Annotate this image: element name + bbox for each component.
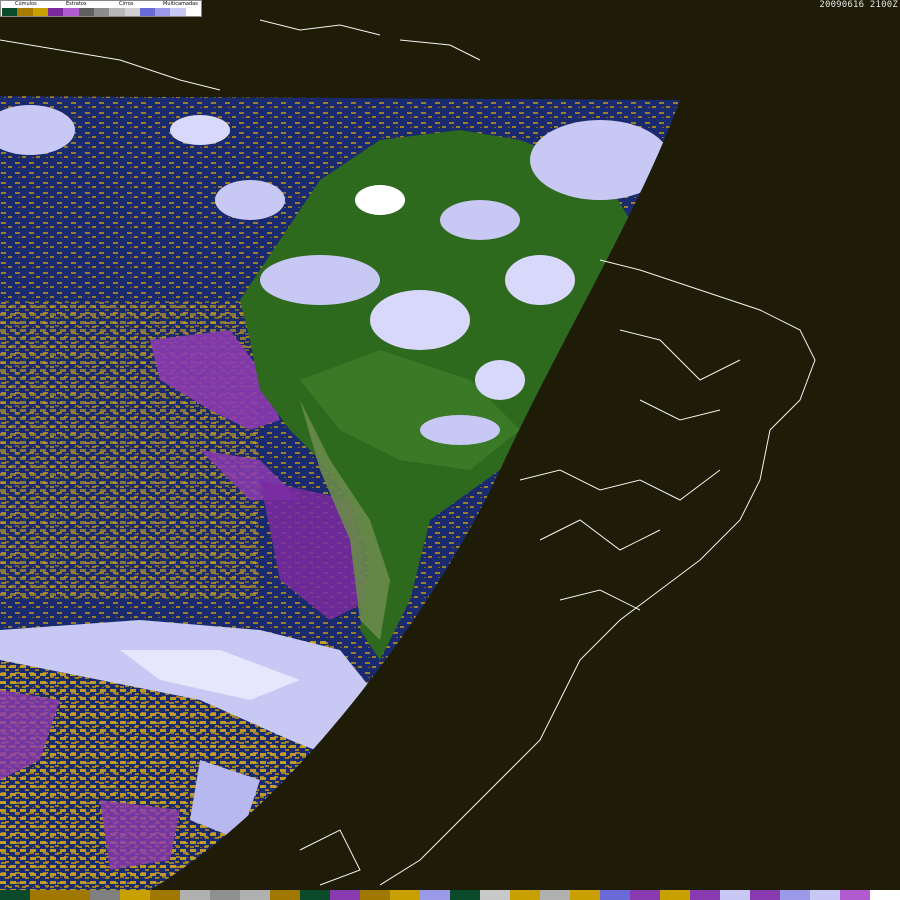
cloud-type-legend: Cúmulos Estratos Cirros Multicamadas — [0, 0, 202, 17]
legend-swatch — [2, 8, 18, 16]
palette-swatch — [180, 890, 210, 900]
palette-swatch — [60, 890, 90, 900]
legend-swatch — [32, 8, 48, 16]
palette-swatch — [0, 890, 30, 900]
legend-color-bar — [2, 8, 202, 16]
legend-swatch — [170, 8, 186, 16]
palette-swatch — [780, 890, 810, 900]
palette-swatch — [300, 890, 330, 900]
legend-label-estratos: Estratos — [66, 1, 87, 7]
satellite-cloud-map — [0, 0, 900, 900]
legend-swatch — [63, 8, 79, 16]
palette-swatch — [540, 890, 570, 900]
palette-swatch — [330, 890, 360, 900]
palette-swatch — [480, 890, 510, 900]
palette-swatch — [660, 890, 690, 900]
legend-label-cumulos: Cúmulos — [15, 1, 37, 7]
legend-swatch — [139, 8, 156, 16]
palette-swatch — [360, 890, 390, 900]
legend-swatch — [17, 8, 33, 16]
palette-swatch — [30, 890, 60, 900]
palette-swatch — [510, 890, 540, 900]
legend-swatch — [155, 8, 171, 16]
legend-swatch — [185, 8, 202, 16]
palette-swatch — [810, 890, 840, 900]
legend-swatch — [124, 8, 140, 16]
palette-swatch — [390, 890, 420, 900]
palette-swatch — [120, 890, 150, 900]
image-timestamp: 20090616 2100Z — [819, 0, 898, 10]
palette-swatch — [270, 890, 300, 900]
palette-swatch — [420, 890, 450, 900]
legend-label-cirros: Cirros — [119, 1, 134, 7]
palette-swatch — [870, 890, 900, 900]
palette-swatch — [150, 890, 180, 900]
legend-swatch — [47, 8, 64, 16]
palette-swatch — [720, 890, 750, 900]
palette-swatch — [630, 890, 660, 900]
palette-swatch — [840, 890, 870, 900]
bottom-color-palette — [0, 890, 900, 900]
palette-swatch — [600, 890, 630, 900]
palette-swatch — [750, 890, 780, 900]
palette-swatch — [450, 890, 480, 900]
legend-swatch — [109, 8, 125, 16]
legend-label-multicamadas: Multicamadas — [163, 1, 198, 7]
palette-swatch — [90, 890, 120, 900]
palette-swatch — [690, 890, 720, 900]
legend-swatch — [93, 8, 110, 16]
palette-swatch — [240, 890, 270, 900]
palette-swatch — [570, 890, 600, 900]
palette-swatch — [210, 890, 240, 900]
legend-swatch — [78, 8, 94, 16]
